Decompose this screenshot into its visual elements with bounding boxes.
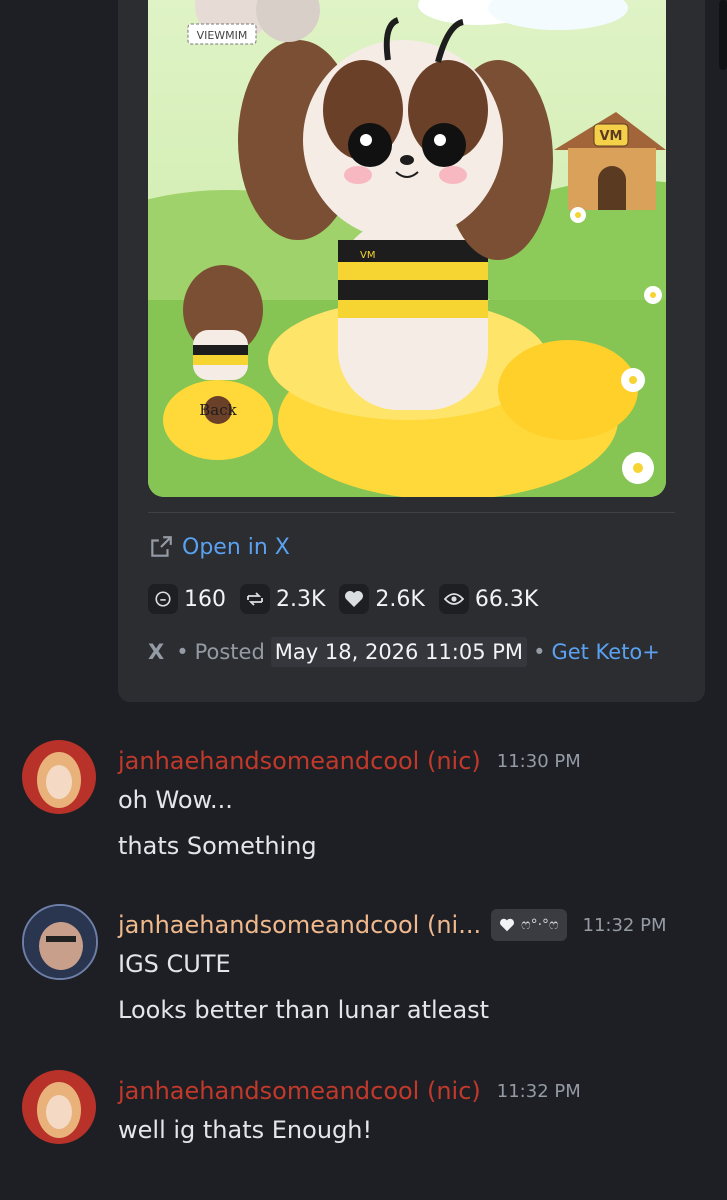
timestamp: 11:32 PM <box>582 914 667 936</box>
view-count: 66.3K <box>474 586 539 612</box>
link-embed: VM VM Back VIEWMIM Open in X 160 2.3K 2.… <box>118 0 705 702</box>
message-text: well ig thats Enough! <box>118 1116 373 1144</box>
message-text: oh Wow... <box>118 786 233 814</box>
x-source-label: X <box>148 640 165 664</box>
embed-image[interactable]: VM VM Back VIEWMIM <box>148 0 666 497</box>
timestamp: 11:30 PM <box>496 750 581 772</box>
footer-separator: • <box>176 640 189 664</box>
avatar[interactable] <box>22 1070 96 1144</box>
avatar[interactable] <box>22 904 98 980</box>
back-label: Back <box>199 401 237 419</box>
message-header: janhaehandsomeandcool (nic) 11:30 PM <box>118 744 581 778</box>
timestamp: 11:32 PM <box>496 1080 581 1102</box>
footer-separator-2: • <box>533 640 546 664</box>
heart-icon <box>500 918 515 932</box>
like-stat: 2.6K <box>339 584 425 614</box>
badge-text: ෆ°·°ෆ <box>521 917 559 933</box>
external-link-icon <box>151 536 172 557</box>
username[interactable]: janhaehandsomeandcool (nic) <box>118 1077 481 1105</box>
message-text: Looks better than lunar atleast <box>118 996 490 1024</box>
heart-icon <box>339 584 370 614</box>
embed-divider <box>148 512 675 513</box>
tweet-stats: 160 2.3K 2.6K 66.3K <box>148 582 552 616</box>
reply-count: 160 <box>184 586 226 612</box>
username[interactable]: janhaehandsomeandcool (ni... <box>118 911 481 939</box>
doghouse-logo-text: VM <box>600 129 623 144</box>
reply-stat: 160 <box>148 584 226 614</box>
retweet-icon <box>240 584 270 614</box>
posted-label: Posted <box>194 640 265 664</box>
message-text: IGS CUTE <box>118 950 231 978</box>
posted-date: May 18, 2026 11:05 PM <box>270 637 528 667</box>
message-text: thats Something <box>118 832 317 860</box>
open-in-x-link[interactable]: Open in X <box>148 530 290 564</box>
retweet-count: 2.3K <box>276 586 326 612</box>
view-stat: 66.3K <box>438 584 539 614</box>
like-count: 2.6K <box>375 586 425 612</box>
avatar[interactable] <box>22 740 96 814</box>
get-keto-link[interactable]: Get Keto+ <box>551 640 659 664</box>
username[interactable]: janhaehandsomeandcool (nic) <box>118 747 481 775</box>
message-header: janhaehandsomeandcool (ni... ෆ°·°ෆ 11:32… <box>118 908 667 942</box>
embed-footer: X • Posted May 18, 2026 11:05 PM • Get K… <box>148 634 660 670</box>
open-in-x-label: Open in X <box>182 534 290 560</box>
chat-window: VM VM Back VIEWMIM Open in X 160 2.3K 2.… <box>0 0 727 1200</box>
reply-icon <box>148 584 178 614</box>
retweet-stat: 2.3K <box>240 584 325 614</box>
shirt-logo-text: VM <box>360 250 375 261</box>
message-header: janhaehandsomeandcool (nic) 11:32 PM <box>118 1074 581 1108</box>
scrollbar[interactable] <box>719 0 727 70</box>
viewmim-watermark: VIEWMIM <box>197 29 248 42</box>
eye-icon <box>438 584 469 614</box>
profile-badge[interactable]: ෆ°·°ෆ <box>491 909 567 941</box>
